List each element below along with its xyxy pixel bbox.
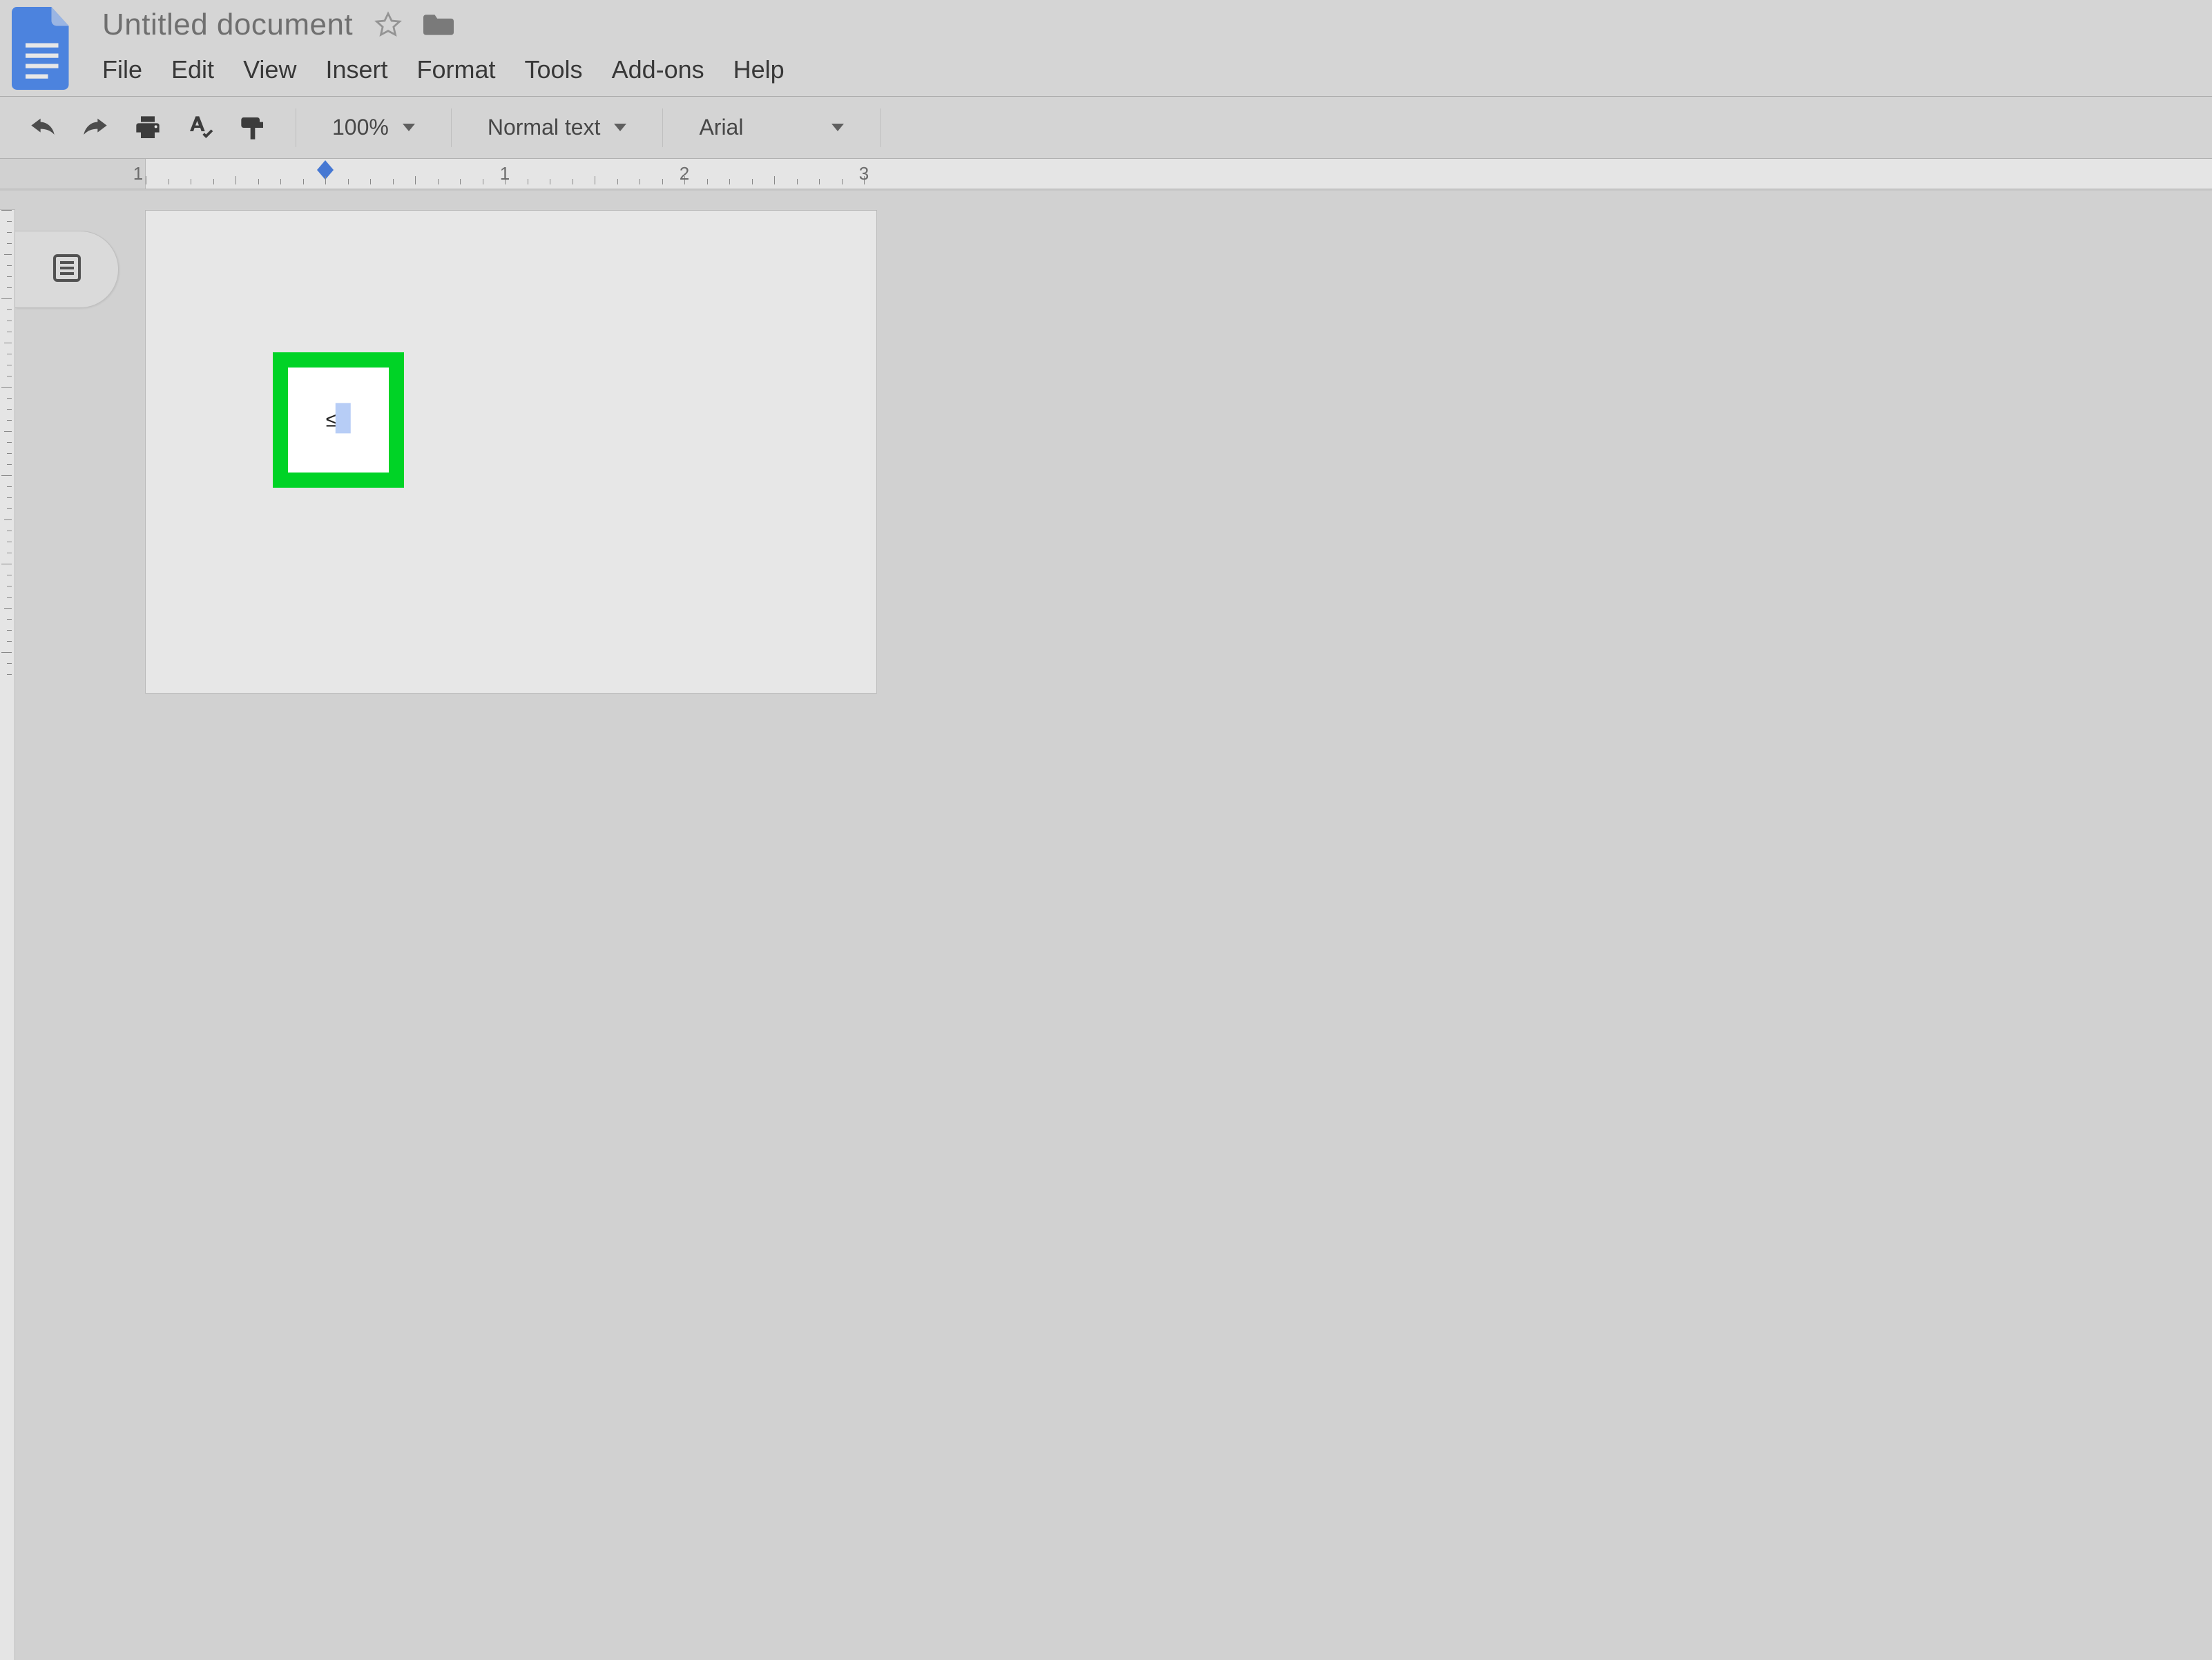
menu-edit[interactable]: Edit (171, 55, 214, 84)
toolbar-separator (451, 108, 452, 147)
horizontal-ruler[interactable]: 1 1 2 3 (0, 159, 2212, 189)
highlight-selection (336, 403, 351, 433)
menu-file[interactable]: File (102, 55, 142, 84)
menu-insert[interactable]: Insert (325, 55, 387, 84)
redo-icon[interactable] (81, 118, 109, 137)
menu-help[interactable]: Help (733, 55, 785, 84)
paint-format-icon[interactable] (239, 114, 267, 142)
font-value: Arial (699, 115, 743, 140)
paragraph-style-value: Normal text (488, 115, 601, 140)
ruler-number: 3 (859, 163, 869, 184)
document-page[interactable]: ≤ (145, 210, 877, 694)
move-folder-icon[interactable] (423, 11, 454, 39)
outline-icon (50, 251, 84, 288)
menu-format[interactable]: Format (417, 55, 496, 84)
app-header: Untitled document File Edit View Insert … (0, 0, 2212, 97)
menu-view[interactable]: View (243, 55, 296, 84)
font-dropdown[interactable]: Arial (692, 115, 851, 140)
document-title[interactable]: Untitled document (102, 8, 353, 42)
ruler-number: 1 (133, 163, 143, 184)
toolbar-separator (662, 108, 663, 147)
menu-addons[interactable]: Add-ons (612, 55, 704, 84)
toolbar: 100% Normal text Arial (0, 97, 2212, 159)
ruler-number: 2 (680, 163, 689, 184)
vertical-ruler[interactable] (0, 191, 15, 1660)
toolbar-separator (880, 108, 881, 147)
ruler-number: 1 (500, 163, 510, 184)
caret-down-icon (614, 124, 626, 131)
print-icon[interactable] (134, 114, 162, 142)
zoom-dropdown[interactable]: 100% (325, 115, 422, 140)
undo-icon[interactable] (29, 118, 57, 137)
menu-bar: File Edit View Insert Format Tools Add-o… (102, 55, 785, 84)
paragraph-style-dropdown[interactable]: Normal text (481, 115, 634, 140)
outline-toggle[interactable] (15, 231, 119, 308)
zoom-value: 100% (332, 115, 389, 140)
vertical-ruler-offset (0, 191, 15, 210)
star-icon[interactable] (374, 10, 403, 39)
docs-app-icon[interactable] (11, 7, 75, 90)
caret-down-icon (403, 124, 415, 131)
caret-down-icon (831, 124, 844, 131)
tutorial-highlight-box: ≤ (273, 352, 404, 488)
spellcheck-icon[interactable] (186, 114, 214, 142)
menu-tools[interactable]: Tools (525, 55, 583, 84)
